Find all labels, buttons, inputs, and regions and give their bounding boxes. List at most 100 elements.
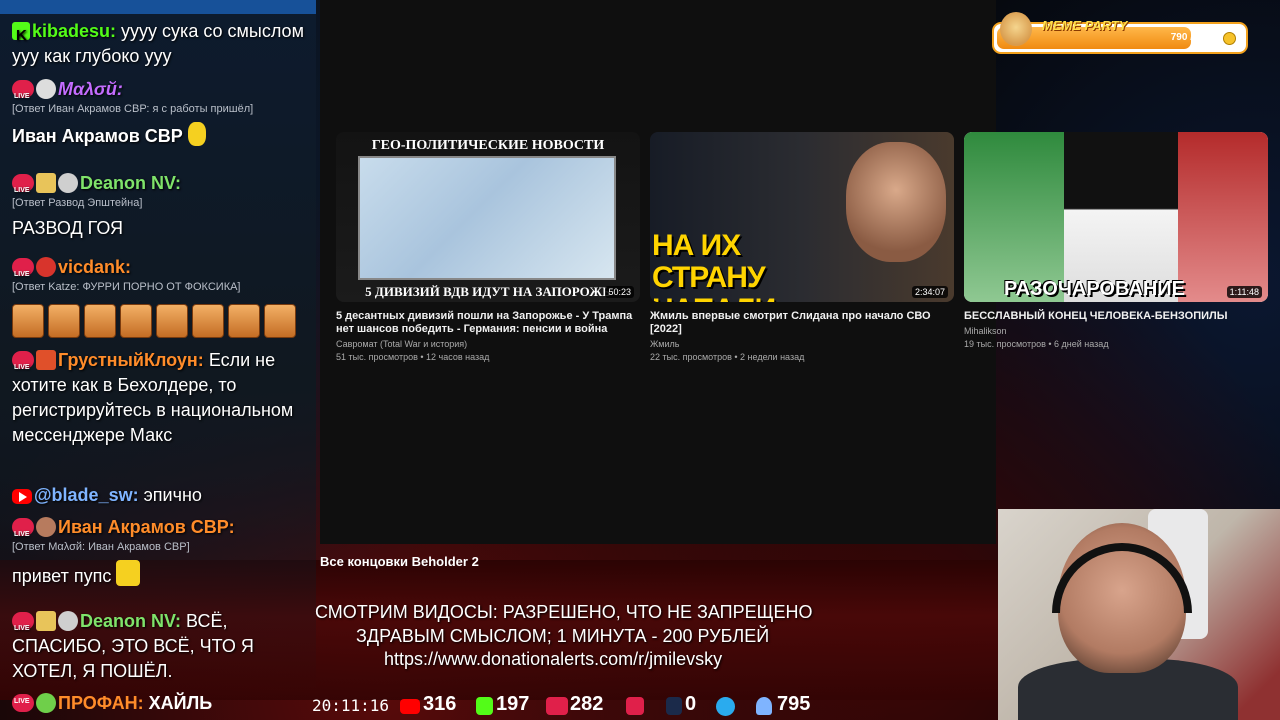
video-meta: 22 тыс. просмотров • 2 недели назад (650, 352, 805, 362)
stream-clock: 20:11:16 (312, 696, 390, 715)
chat-message: Иван Акрамов СВР: [Ответ Mαλσй: Иван Акр… (12, 515, 312, 589)
live-icon (12, 612, 34, 641)
chat-message: Deanon NV: [Ответ Развод Эпштейна] РАЗВО… (12, 171, 312, 241)
avatar-emoji-icon (36, 517, 56, 537)
live-icon (12, 174, 34, 203)
live-icon (12, 351, 34, 380)
chat-message: Deanon NV: ВСЁ, СПАСИБО, ЭТО ВСЁ, ЧТО Я … (12, 609, 312, 684)
video-card[interactable]: РАЗОЧАРОВАНИЕ 1:11:48 БЕССЛАВНЫЙ КОНЕЦ Ч… (964, 132, 1268, 349)
rules-line-1: СМОТРИМ ВИДОСЫ: РАЗРЕШЕНО, ЧТО НЕ ЗАПРЕЩ… (315, 602, 813, 622)
playlist-title[interactable]: Все концовки Beholder 2 (320, 554, 479, 569)
thumbnail-headline: ГЕО-ПОЛИТИЧЕСКИЕ НОВОСТИ (371, 138, 605, 153)
video-card[interactable]: ГЕО-ПОЛИТИЧЕСКИЕ НОВОСТИ 5 ДИВИЗИЙ ВДВ И… (336, 132, 640, 362)
live-icon (12, 258, 34, 287)
live-icon (546, 697, 568, 715)
chat-username: kibadesu: (32, 21, 117, 41)
chat-text: привет пупс (12, 566, 112, 586)
chat-reply: [Ответ Katze: ФУРРИ ПОРНО ОТ ФОКСИКА] (12, 281, 241, 293)
chat-text: Иван Акрамов СВР (12, 126, 183, 146)
chat-message-latest: ПРОФАН: ХАЙЛЬ (12, 693, 212, 714)
cat-emote-icon (156, 304, 188, 338)
thumbnail-caption: НА ИХ СТРАНУ НАПАЛИ (652, 229, 776, 303)
user-icon (756, 697, 772, 715)
youtube-viewers: 316 (423, 693, 457, 715)
video-title[interactable]: БЕССЛАВНЫЙ КОНЕЦ ЧЕЛОВЕКА-БЕНЗОПИЛЫ (964, 310, 1268, 323)
video-title[interactable]: 5 десантных дивизий пошли на Запорожье -… (336, 310, 640, 336)
chat-message: kibadesu: уууу сука со смыслом ууу как г… (12, 19, 312, 69)
cat-emote-icon (48, 304, 80, 338)
chat-message: ГрустныйКлоун: Если не хотите как в Бехо… (12, 348, 312, 448)
sticker-emote-icon (116, 560, 141, 586)
video-thumbnail[interactable]: ГЕО-ПОЛИТИЧЕСКИЕ НОВОСТИ 5 ДИВИЗИЙ ВДВ И… (336, 132, 640, 302)
live-viewers: 282 (570, 693, 604, 715)
chat-text: РАЗВОД ГОЯ (12, 218, 124, 238)
video-meta: 51 тыс. просмотров • 12 часов назад (336, 352, 490, 362)
fire-emoji-icon (36, 350, 56, 370)
chat-username: @blade_sw: (34, 485, 139, 505)
manga-panel-right (1178, 132, 1268, 302)
chat-message: Mαλσй: [Ответ Иван Акрамов СВР: я с рабо… (12, 77, 312, 149)
video-duration: 2:34:07 (911, 286, 948, 298)
doge-icon (1000, 12, 1032, 46)
meme-party-score: 790 / 1000 (1170, 32, 1218, 43)
coin-icon (1223, 32, 1236, 45)
meme-party-bar: MEME PARTY 790 / 1000 (992, 12, 1248, 54)
duck-emote-icon (187, 122, 206, 146)
chat-panel: kibadesu: уууу сука со смыслом ууу как г… (0, 0, 316, 690)
chat-reply: [Ответ Иван Акрамов СВР: я с работы приш… (12, 103, 254, 115)
video-title[interactable]: Жмиль впервые смотрит Слидана про начало… (650, 310, 954, 336)
chat-reply: [Ответ Mαλσй: Иван Акрамов СВР] (12, 541, 190, 553)
youtube-icon (12, 489, 32, 504)
cat-emote-icon (264, 304, 296, 338)
cat-emote-icon (120, 304, 152, 338)
chat-username: ГрустныйКлоун: (58, 350, 204, 370)
video-channel[interactable]: Савромат (Total War и история) (336, 339, 640, 349)
chat-username: vicdank: (58, 257, 132, 277)
cup-emoji-icon (36, 173, 56, 193)
youtube-icon (400, 699, 420, 714)
panda-emoji-icon (36, 79, 56, 99)
cat-emote-icon (12, 304, 44, 338)
kick-viewers: 197 (496, 693, 530, 715)
live-icon (12, 694, 34, 712)
chat-message: vicdank: [Ответ Katze: ФУРРИ ПОРНО ОТ ФО… (12, 255, 312, 294)
video-channel[interactable]: Mihalikson (964, 326, 1268, 336)
chat-top-strip (0, 0, 316, 14)
chat-reply: [Ответ Развод Эпштейна] (12, 197, 143, 209)
emote-row (12, 304, 296, 338)
devil-emoji-icon (36, 257, 56, 277)
pepe-emoji-icon (58, 173, 78, 193)
chat-username: Deanon NV: (80, 173, 182, 193)
donation-link[interactable]: https://www.donationalerts.com/r/jmilevs… (384, 647, 722, 671)
face-image (846, 142, 946, 262)
frog-emoji-icon (36, 693, 56, 713)
manga-panel-center (1064, 132, 1178, 302)
play-icon (626, 697, 644, 715)
video-card[interactable]: НА ИХ СТРАНУ НАПАЛИ 2:34:07 Жмиль впервы… (650, 132, 954, 362)
kick-icon (12, 22, 30, 48)
video-duration: 50:23 (605, 286, 634, 298)
manga-panel-left (964, 132, 1064, 302)
video-thumbnail[interactable]: РАЗОЧАРОВАНИЕ 1:11:48 (964, 132, 1268, 302)
video-meta: 19 тыс. просмотров • 6 дней назад (964, 339, 1109, 349)
cat-emote-icon (228, 304, 260, 338)
live-icon (12, 518, 34, 547)
rules-line-2: ЗДРАВЫМ СМЫСЛОМ; 1 МИНУТА - 200 РУБЛЕЙ (356, 626, 770, 646)
cat-emote-icon (192, 304, 224, 338)
thumbnail-caption: 5 ДИВИЗИЙ ВДВ ИДУТ НА ЗАПОРОЖЬ (365, 284, 611, 299)
chat-username: Иван Акрамов СВР: (58, 517, 235, 537)
chat-text: эпично (143, 485, 202, 505)
cat-emote-icon (84, 304, 116, 338)
chat-message: @blade_sw: эпично (12, 483, 312, 508)
video-duration: 1:11:48 (1226, 286, 1262, 298)
chat-username: Mαλσй: (58, 79, 123, 99)
video-channel[interactable]: Жмиль (650, 339, 954, 349)
rutube-icon (666, 697, 682, 715)
map-image (358, 156, 616, 280)
rutube-viewers: 0 (685, 693, 697, 715)
pepe-emoji-icon (58, 611, 78, 631)
video-thumbnail[interactable]: НА ИХ СТРАНУ НАПАЛИ 2:34:07 (650, 132, 954, 302)
kick-icon (476, 697, 493, 715)
chat-username: ПРОФАН: (58, 693, 144, 713)
telegram-icon (716, 697, 735, 716)
